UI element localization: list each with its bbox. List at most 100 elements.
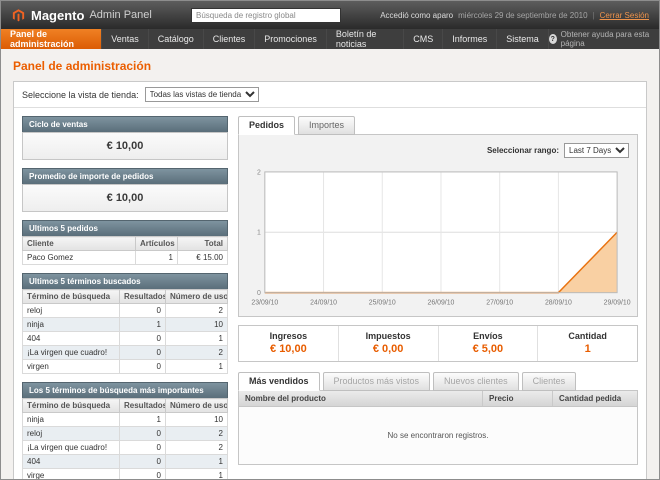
help-link[interactable]: ? Obtener ayuda para esta página	[549, 29, 651, 49]
table-row[interactable]: ¡La virgen que cuadro! 0 2	[23, 346, 228, 360]
page-content: Panel de administración Seleccione la vi…	[1, 49, 659, 479]
dashboard-left-column: Ciclo de ventas € 10,00 Promedio de impo…	[22, 116, 228, 479]
col-usos: Número de usos	[166, 399, 228, 413]
results-cell: 0	[120, 360, 166, 374]
stat-label: Envíos	[439, 331, 538, 341]
tab-nuevos-clientes[interactable]: Nuevos clientes	[433, 372, 519, 391]
nav-item-catalogo[interactable]: Catálogo	[149, 29, 204, 49]
magento-admin-window: Magento Admin Panel Accedió como aparo m…	[0, 0, 660, 480]
stat-value: € 5,00	[439, 343, 538, 355]
nav-item-clientes[interactable]: Clientes	[204, 29, 256, 49]
tab-mas-vendidos[interactable]: Más vendidos	[238, 372, 320, 391]
nav-item-dashboard[interactable]: Panel de administración	[1, 29, 102, 49]
term-cell: virgen	[23, 360, 120, 374]
table-row[interactable]: ninja 1 10	[23, 318, 228, 332]
stat-label: Ingresos	[239, 331, 338, 341]
uses-cell: 2	[166, 346, 228, 360]
range-label: Seleccionar rango:	[487, 146, 559, 155]
table-row[interactable]: reloj 0 2	[23, 427, 228, 441]
col-cliente: Cliente	[23, 237, 136, 251]
panel-title-average-orders: Promedio de importe de pedidos	[22, 168, 228, 184]
global-search-input[interactable]	[191, 8, 341, 23]
table-row[interactable]: ninja 1 10	[23, 413, 228, 427]
nav-item-informes[interactable]: Informes	[443, 29, 497, 49]
uses-cell: 10	[166, 318, 228, 332]
results-cell: 0	[120, 441, 166, 455]
col-termino: Término de búsqueda	[23, 399, 120, 413]
tab-clientes[interactable]: Clientes	[522, 372, 577, 391]
svg-text:1: 1	[257, 230, 261, 237]
table-row[interactable]: virge 0 1	[23, 469, 228, 480]
diagram-tabs: Pedidos Importes	[238, 116, 638, 135]
average-orders-value: € 10,00	[22, 184, 228, 212]
global-search	[160, 8, 372, 23]
table-row[interactable]: Paco Gomez 1 € 15.00	[23, 251, 228, 265]
term-cell: 404	[23, 332, 120, 346]
nav-item-ventas[interactable]: Ventas	[102, 29, 149, 49]
results-cell: 0	[120, 455, 166, 469]
term-cell: ¡La virgen que cuadro!	[23, 441, 120, 455]
panel-title-lifetime-sales: Ciclo de ventas	[22, 116, 228, 132]
table-row[interactable]: 404 0 1	[23, 455, 228, 469]
results-cell: 0	[120, 427, 166, 441]
table-row[interactable]: 404 0 1	[23, 332, 228, 346]
col-precio: Precio	[482, 391, 552, 406]
store-view-select[interactable]: Todas las vistas de tienda	[145, 87, 259, 102]
term-cell: reloj	[23, 304, 120, 318]
nav-item-cms[interactable]: CMS	[404, 29, 443, 49]
logout-link[interactable]: Cerrar Sesión	[600, 11, 649, 20]
total-cell: € 15.00	[178, 251, 228, 265]
stat-value: € 10,00	[239, 343, 338, 355]
last-orders-table: Cliente Artículos Total Paco Gomez 1 € 1…	[22, 236, 228, 265]
uses-cell: 2	[166, 304, 228, 318]
top-search-table: Término de búsqueda Resultados Número de…	[22, 398, 228, 479]
table-row[interactable]: virgen 0 1	[23, 360, 228, 374]
tab-productos-mas-vistos[interactable]: Productos más vistos	[323, 372, 431, 391]
help-icon: ?	[549, 34, 557, 44]
panel-title-last-orders: Ultimos 5 pedidos	[22, 220, 228, 236]
store-view-label: Seleccione la vista de tienda:	[22, 90, 139, 100]
svg-text:23/09/10: 23/09/10	[251, 300, 278, 307]
empty-message: No se encontraron registros.	[239, 407, 637, 464]
col-resultados: Resultados	[120, 290, 166, 304]
svg-text:25/09/10: 25/09/10	[369, 300, 396, 307]
term-cell: ninja	[23, 318, 120, 332]
term-cell: virge	[23, 469, 120, 480]
results-cell: 0	[120, 469, 166, 480]
help-label: Obtener ayuda para esta página	[561, 30, 651, 48]
tab-importes[interactable]: Importes	[298, 116, 355, 135]
header-bar: Magento Admin Panel Accedió como aparo m…	[1, 1, 659, 29]
nav-item-boletin[interactable]: Boletín de noticias	[327, 29, 404, 49]
col-resultados: Resultados	[120, 399, 166, 413]
table-header-row: Término de búsqueda Resultados Número de…	[23, 399, 228, 413]
uses-cell: 1	[166, 360, 228, 374]
logo-subtitle: Admin Panel	[89, 9, 151, 21]
results-cell: 1	[120, 318, 166, 332]
svg-text:28/09/10: 28/09/10	[545, 300, 572, 307]
tab-pedidos[interactable]: Pedidos	[238, 116, 295, 135]
range-selector: Seleccionar rango: Last 7 Days	[245, 141, 631, 164]
customer-cell: Paco Gomez	[23, 251, 136, 265]
nav-item-sistema[interactable]: Sistema	[497, 29, 549, 49]
stat-impuestos: Impuestos € 0,00	[339, 326, 439, 361]
uses-cell: 1	[166, 469, 228, 480]
lifetime-sales-panel: Ciclo de ventas € 10,00	[22, 116, 228, 160]
orders-chart: 01223/09/1024/09/1025/09/1026/09/1027/09…	[245, 164, 631, 310]
panel-title-top-search: Los 5 términos de búsqueda más important…	[22, 382, 228, 398]
dashboard-container: Seleccione la vista de tienda: Todas las…	[13, 81, 647, 479]
svg-text:27/09/10: 27/09/10	[486, 300, 513, 307]
svg-text:0: 0	[257, 290, 261, 297]
stat-ingresos: Ingresos € 10,00	[239, 326, 339, 361]
nav-item-promociones[interactable]: Promociones	[255, 29, 327, 49]
table-row[interactable]: reloj 0 2	[23, 304, 228, 318]
term-cell: ¡La virgen que cuadro!	[23, 346, 120, 360]
lifetime-sales-value: € 10,00	[22, 132, 228, 160]
col-cantidad-pedida: Cantidad pedida	[552, 391, 637, 406]
table-row[interactable]: ¡La virgen que cuadro! 0 2	[23, 441, 228, 455]
svg-text:29/09/10: 29/09/10	[604, 300, 631, 307]
logo-text: Magento	[31, 8, 84, 23]
col-nombre-producto: Nombre del producto	[239, 391, 482, 406]
logged-in-as: Accedió como aparo	[380, 11, 453, 20]
range-select[interactable]: Last 7 Days	[564, 143, 629, 158]
svg-text:2: 2	[257, 169, 261, 176]
